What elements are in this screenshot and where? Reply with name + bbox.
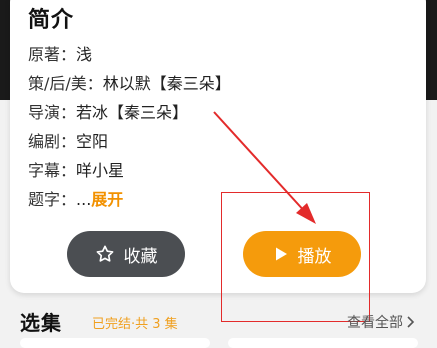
episode-card[interactable]: [20, 338, 210, 348]
episodes-title: 选集: [20, 311, 62, 335]
chevron-right-icon: [406, 316, 416, 328]
episodes-status: 已完结·共 3 集: [92, 317, 178, 332]
view-all-label: 查看全部: [347, 315, 403, 331]
annotation-arrow: [213, 111, 316, 224]
episode-card[interactable]: [228, 338, 418, 348]
view-all-link[interactable]: 查看全部: [347, 312, 416, 332]
